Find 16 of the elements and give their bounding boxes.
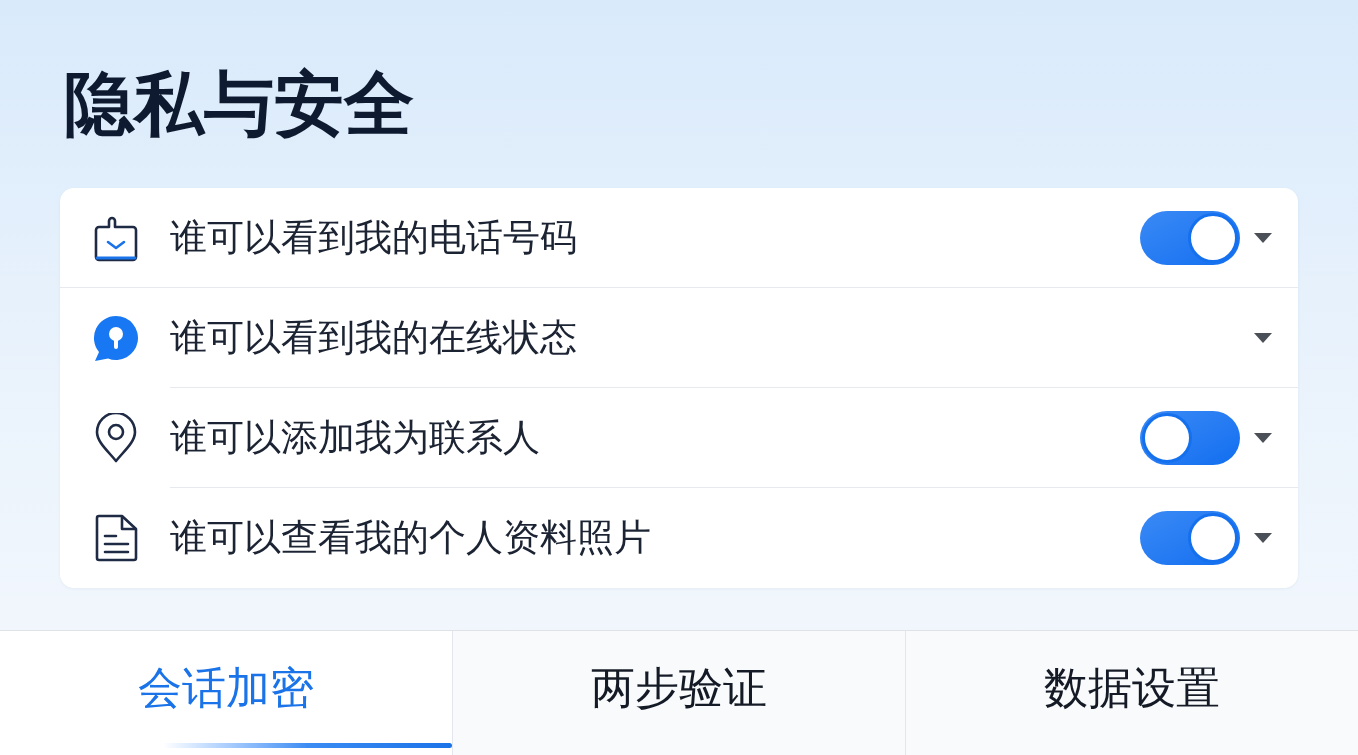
chat-bubble-keyhole-icon: [92, 314, 140, 362]
setting-label: 谁可以添加我为联系人: [170, 414, 541, 461]
toggle-switch[interactable]: [1140, 410, 1240, 465]
setting-label: 谁可以看到我的在线状态: [170, 314, 578, 361]
setting-label: 谁可以查看我的个人资料照片: [170, 515, 652, 561]
caret-down-icon[interactable]: [1254, 332, 1272, 343]
setting-label: 谁可以看到我的电话号码: [170, 214, 578, 261]
document-icon: [94, 514, 138, 562]
tab[interactable]: 会话加密: [0, 631, 452, 755]
location-pin-icon: [95, 413, 137, 463]
toggle-switch[interactable]: [1140, 210, 1240, 265]
caret-down-icon[interactable]: [1254, 533, 1272, 543]
caret-down-icon[interactable]: [1254, 432, 1272, 443]
toggle-switch[interactable]: [1140, 511, 1240, 565]
caret-down-icon[interactable]: [1254, 232, 1272, 243]
page-title: 隐私与安全: [64, 66, 414, 142]
